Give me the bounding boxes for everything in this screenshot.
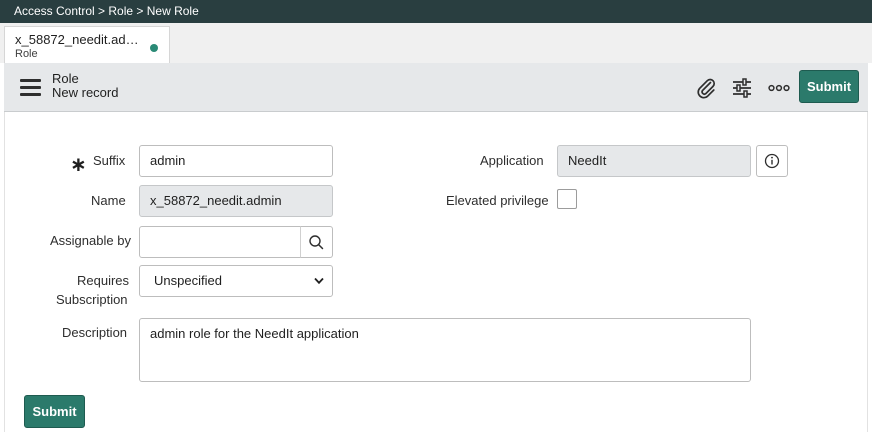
form-subtitle: New record xyxy=(52,85,119,100)
suffix-input[interactable]: admin xyxy=(139,145,333,177)
suffix-label: Suffix xyxy=(93,153,126,168)
mandatory-indicator: ∗ xyxy=(70,154,87,176)
lookup-search-button[interactable] xyxy=(300,226,333,258)
assignable-by-input[interactable] xyxy=(139,226,301,258)
search-icon xyxy=(309,235,324,250)
assignable-by-label: Assignable by xyxy=(50,233,131,248)
description-textarea[interactable]: admin role for the NeedIt application xyxy=(139,318,751,382)
tab-title: x_58872_needit.ad… xyxy=(15,32,139,47)
record-tab[interactable]: x_58872_needit.ad… Role xyxy=(4,26,170,63)
form-title: Role xyxy=(52,71,79,86)
name-field: x_58872_needit.admin xyxy=(139,185,333,217)
paperclip-icon[interactable] xyxy=(694,76,718,100)
elevated-privilege-label: Elevated privilege xyxy=(446,193,549,208)
requires-subscription-value: Unspecified xyxy=(154,273,222,288)
sliders-icon[interactable] xyxy=(730,76,754,100)
application-label: Application xyxy=(480,153,544,168)
breadcrumb[interactable]: Access Control > Role > New Role xyxy=(0,0,872,23)
requires-subscription-label-line2: Subscription xyxy=(56,292,128,307)
role-form: ∗ Suffix admin Name x_58872_needit.admin… xyxy=(4,112,868,432)
requires-subscription-label-line1: Requires xyxy=(77,273,130,288)
tab-subtitle: Role xyxy=(15,48,38,60)
header-submit-button[interactable]: Submit xyxy=(799,70,859,103)
chevron-down-icon xyxy=(314,277,324,285)
form-header: Role New record Submit xyxy=(4,63,868,112)
unsaved-indicator xyxy=(150,44,158,52)
application-field: NeedIt xyxy=(557,145,751,177)
hamburger-menu-icon[interactable] xyxy=(20,79,41,96)
name-label: Name xyxy=(91,193,126,208)
description-label: Description xyxy=(62,325,128,340)
elevated-privilege-checkbox[interactable] xyxy=(557,189,577,209)
more-options-icon[interactable] xyxy=(767,76,791,100)
application-info-button[interactable] xyxy=(756,145,788,177)
tab-strip: x_58872_needit.ad… Role xyxy=(0,23,872,63)
footer-submit-button[interactable]: Submit xyxy=(24,395,85,428)
requires-subscription-select[interactable]: Unspecified xyxy=(139,265,333,297)
info-icon xyxy=(764,153,780,169)
